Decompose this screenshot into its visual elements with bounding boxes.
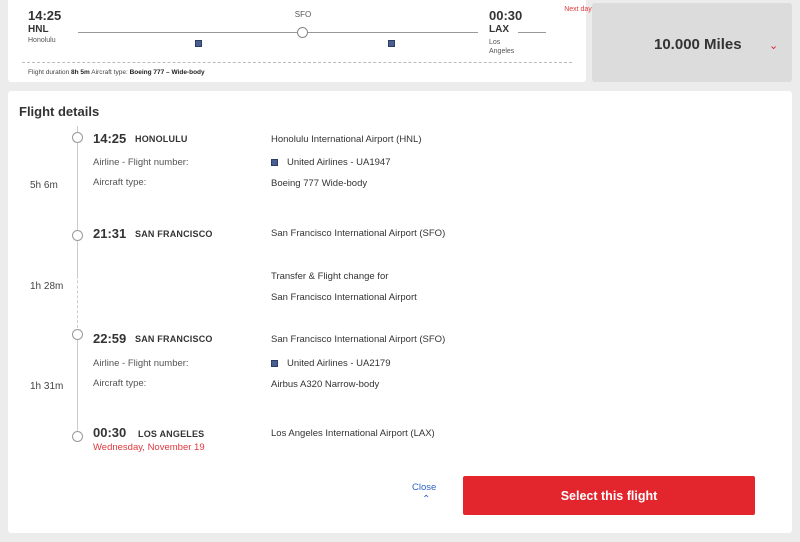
timeline-node-icon bbox=[72, 230, 83, 241]
duration-label: Flight duration bbox=[28, 69, 70, 76]
summary-departure-city: Honolulu bbox=[28, 37, 56, 44]
segment-2-airline-label: Airline - Flight number: bbox=[93, 358, 189, 369]
segment-1-duration: 5h 6m bbox=[30, 180, 58, 191]
segment-1-departure-airport: Honolulu International Airport (HNL) bbox=[271, 134, 422, 145]
chevron-up-icon[interactable]: ⌃ bbox=[422, 494, 430, 505]
airline-logo-icon bbox=[271, 360, 278, 367]
price-selector[interactable]: 10.000 Miles ⌄ bbox=[592, 3, 792, 82]
segment-1-aircraft-label: Aircraft type: bbox=[93, 177, 147, 188]
segment-2-departure-city: SAN FRANCISCO bbox=[135, 334, 213, 344]
transfer-line-2: San Francisco International Airport bbox=[271, 292, 417, 303]
summary-departure-code: HNL bbox=[28, 24, 49, 35]
segment-1-airline-label: Airline - Flight number: bbox=[93, 157, 189, 168]
segment-1-aircraft-value: Boeing 777 Wide-body bbox=[271, 178, 368, 189]
route-line bbox=[78, 32, 478, 33]
duration-value: 8h 5m bbox=[71, 69, 90, 76]
summary-arrival-code: LAX bbox=[489, 24, 509, 35]
stopover-arrival-airport: San Francisco International Airport (SFO… bbox=[271, 228, 446, 239]
stop-marker-icon bbox=[297, 27, 308, 38]
route-line-end bbox=[518, 32, 546, 33]
aircraft-value: Boeing 777 – Wide-body bbox=[129, 69, 205, 76]
segment-1-departure-city: HONOLULU bbox=[135, 134, 188, 144]
segment-2-duration: 1h 31m bbox=[30, 381, 64, 392]
close-button[interactable]: Close bbox=[412, 482, 436, 493]
timeline-node-icon bbox=[72, 329, 83, 340]
summary-arrival-time: 00:30 bbox=[489, 8, 523, 23]
aircraft-label: Aircraft type: bbox=[91, 69, 128, 76]
final-arrival-city: LOS ANGELES bbox=[138, 429, 205, 439]
stopover-arrival-time: 21:31 bbox=[93, 226, 127, 241]
final-arrival-date: Wednesday, November 19 bbox=[93, 442, 205, 453]
timeline-node-icon bbox=[72, 132, 83, 143]
summary-stop-code: SFO bbox=[294, 10, 312, 19]
transfer-line-1: Transfer & Flight change for bbox=[271, 271, 389, 282]
flight-details-panel: Flight details 14:25 HONOLULU Honolulu I… bbox=[8, 91, 792, 533]
next-day-badge: Next day bbox=[564, 6, 592, 13]
stopover-duration: 1h 28m bbox=[30, 281, 64, 292]
price-text: 10.000 Miles bbox=[654, 36, 742, 53]
segment-2-aircraft-label: Aircraft type: bbox=[93, 378, 147, 389]
segment-2-departure-time: 22:59 bbox=[93, 331, 127, 346]
airline-logo-icon bbox=[388, 40, 395, 47]
chevron-down-icon[interactable]: ⌄ bbox=[769, 39, 778, 52]
final-arrival-time: 00:30 bbox=[93, 425, 127, 440]
airline-logo-icon bbox=[195, 40, 202, 47]
segment-2-airline-value: United Airlines - UA2179 bbox=[287, 358, 391, 369]
flight-summary-card: 14:25 HNL Honolulu SFO 00:30 LAX Los Ang… bbox=[8, 0, 592, 82]
summary-departure-time: 14:25 bbox=[28, 8, 62, 23]
details-title: Flight details bbox=[19, 104, 100, 119]
airline-logo-icon bbox=[271, 159, 278, 166]
timeline-node-icon bbox=[72, 431, 83, 442]
segment-1-airline-value: United Airlines - UA1947 bbox=[287, 157, 391, 168]
summary-meta: Flight duration 8h 5m Aircraft type: Boe… bbox=[28, 69, 205, 76]
segment-1-departure-time: 14:25 bbox=[93, 131, 127, 146]
final-arrival-airport: Los Angeles International Airport (LAX) bbox=[271, 428, 435, 439]
select-flight-button[interactable]: Select this flight bbox=[463, 476, 755, 515]
summary-divider bbox=[22, 62, 572, 63]
summary-arrival-city: Los Angeles bbox=[489, 39, 515, 55]
timeline-line bbox=[77, 333, 78, 437]
segment-2-departure-airport: San Francisco International Airport (SFO… bbox=[271, 334, 446, 345]
segment-2-aircraft-value: Airbus A320 Narrow-body bbox=[271, 379, 380, 390]
timeline-dashed-line bbox=[77, 241, 78, 333]
stopover-arrival-city: SAN FRANCISCO bbox=[135, 229, 213, 239]
